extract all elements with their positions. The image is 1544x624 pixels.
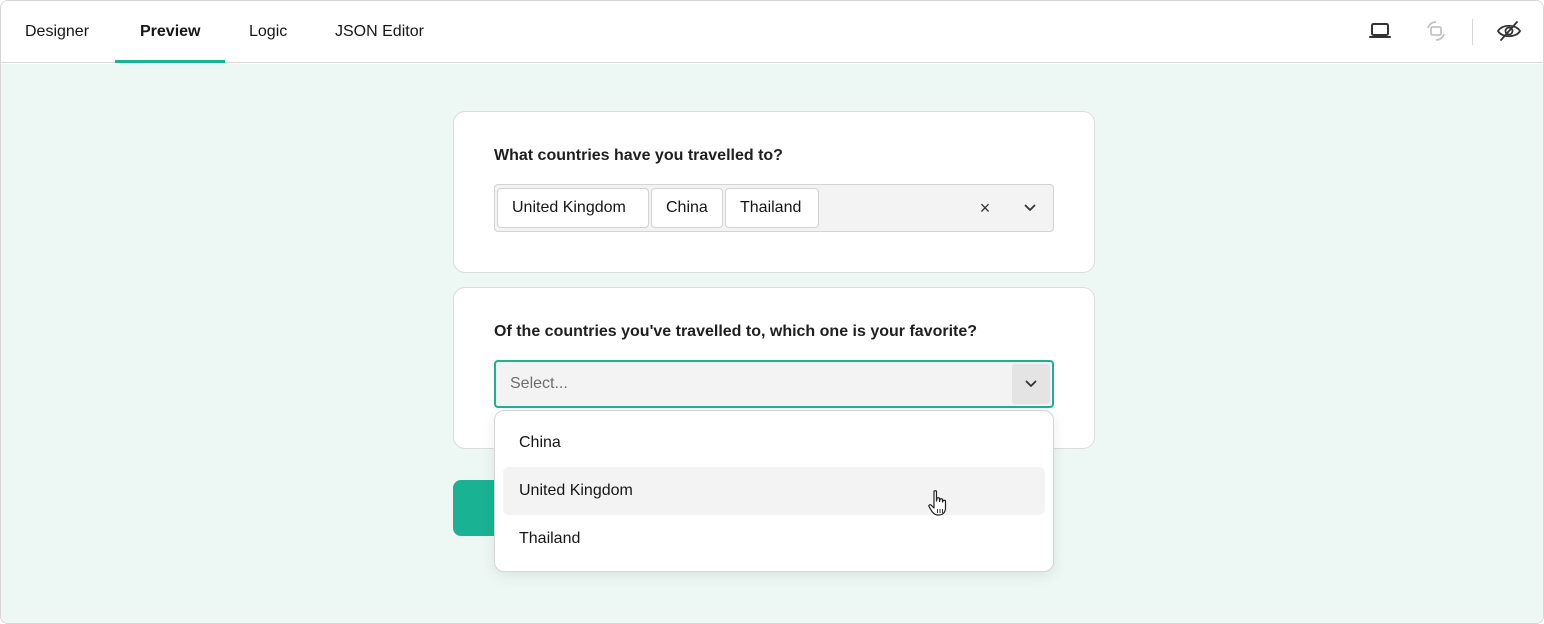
toolbar-separator [1472,19,1473,45]
chevron-down-icon[interactable] [1012,364,1050,404]
select-placeholder: Select... [510,375,568,392]
dropdown-popup: China United Kingdom Thailand [494,410,1054,572]
dropdown-option-hovered[interactable]: United Kingdom [503,467,1045,515]
tagbox-countries[interactable]: United Kingdom China Thailand × [494,184,1054,232]
clear-icon[interactable]: × [973,196,997,220]
laptop-icon[interactable] [1367,18,1393,44]
tab-preview[interactable]: Preview [140,1,200,63]
tab-logic[interactable]: Logic [249,1,287,63]
dropdown-option[interactable]: Thailand [503,515,1045,563]
eye-off-icon[interactable] [1496,18,1522,44]
question-title: Of the countries you've travelled to, wh… [494,323,978,340]
tag-item[interactable]: United Kingdom [497,188,649,228]
rotate-device-icon[interactable] [1423,18,1449,44]
favorite-country-select[interactable]: Select... [494,360,1054,408]
tab-designer[interactable]: Designer [25,1,89,63]
question-title: What countries have you travelled to? [494,147,783,164]
hand-pointer-icon [927,489,949,517]
tag-item[interactable]: China [651,188,723,228]
question-card-countries: What countries have you travelled to? Un… [453,111,1095,273]
active-tab-indicator [115,60,225,63]
app-window: Designer Preview Logic JSON Editor What … [0,0,1544,624]
top-tab-bar: Designer Preview Logic JSON Editor [1,1,1543,63]
tag-item[interactable]: Thailand [725,188,819,228]
chevron-down-icon[interactable] [1019,197,1041,219]
dropdown-option[interactable]: China [503,419,1045,467]
tab-json-editor[interactable]: JSON Editor [335,1,424,63]
